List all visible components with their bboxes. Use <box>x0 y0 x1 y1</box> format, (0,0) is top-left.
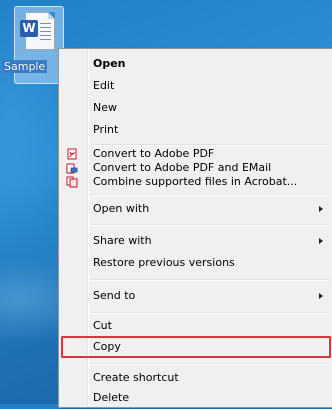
menu-item-delete[interactable]: Delete <box>61 387 331 409</box>
context-menu: Open Edit New Print Convert to Adobe PDF… <box>58 48 332 408</box>
menu-item-label: Restore previous versions <box>93 256 235 269</box>
menu-separator <box>91 194 329 196</box>
menu-item-open[interactable]: Open <box>61 53 331 75</box>
menu-separator <box>91 144 329 146</box>
menu-item-combine-acrobat[interactable]: Combine supported files in Acrobat... <box>61 175 331 189</box>
submenu-arrow-icon <box>319 293 323 299</box>
menu-item-create-shortcut[interactable]: Create shortcut <box>61 367 331 389</box>
word-document-icon: W <box>20 12 55 50</box>
menu-item-label: New <box>93 101 117 114</box>
menu-item-print[interactable]: Print <box>61 119 331 141</box>
word-letter: W <box>20 20 38 37</box>
menu-item-label: Send to <box>93 289 136 302</box>
menu-item-copy[interactable]: Copy <box>61 336 331 358</box>
menu-item-edit[interactable]: Edit <box>61 75 331 97</box>
menu-item-label: Open with <box>93 202 150 215</box>
pdf-convert-icon <box>66 148 78 160</box>
menu-item-convert-pdf[interactable]: Convert to Adobe PDF <box>61 147 331 161</box>
menu-item-label: Create shortcut <box>93 371 179 384</box>
menu-item-send-to[interactable]: Send to <box>61 285 331 307</box>
menu-separator <box>91 363 329 365</box>
menu-item-cut[interactable]: Cut <box>61 315 331 337</box>
acrobat-combine-icon <box>66 176 78 188</box>
pdf-email-icon <box>66 162 78 174</box>
menu-item-label: Cut <box>93 319 112 332</box>
menu-item-label: Delete <box>93 391 130 404</box>
submenu-arrow-icon <box>319 206 323 212</box>
menu-item-open-with[interactable]: Open with <box>61 198 331 220</box>
menu-item-label: Share with <box>93 234 152 247</box>
menu-separator <box>91 224 329 226</box>
desktop-file-label[interactable]: Sample <box>2 60 48 73</box>
menu-item-convert-pdf-email[interactable]: Convert to Adobe PDF and EMail <box>61 161 331 175</box>
menu-item-new[interactable]: New <box>61 97 331 119</box>
menu-item-label: Combine supported files in Acrobat... <box>93 175 298 188</box>
menu-separator <box>91 279 329 281</box>
menu-item-label: Convert to Adobe PDF <box>93 147 215 160</box>
menu-item-label: Convert to Adobe PDF and EMail <box>93 161 272 174</box>
menu-item-share-with[interactable]: Share with <box>61 230 331 252</box>
menu-separator <box>91 312 329 314</box>
menu-item-restore-versions[interactable]: Restore previous versions <box>61 252 331 274</box>
copy-highlight-box <box>61 336 331 358</box>
menu-item-label: Print <box>93 123 119 136</box>
submenu-arrow-icon <box>319 238 323 244</box>
menu-item-label: Edit <box>93 79 115 92</box>
menu-item-label: Open <box>93 57 126 70</box>
